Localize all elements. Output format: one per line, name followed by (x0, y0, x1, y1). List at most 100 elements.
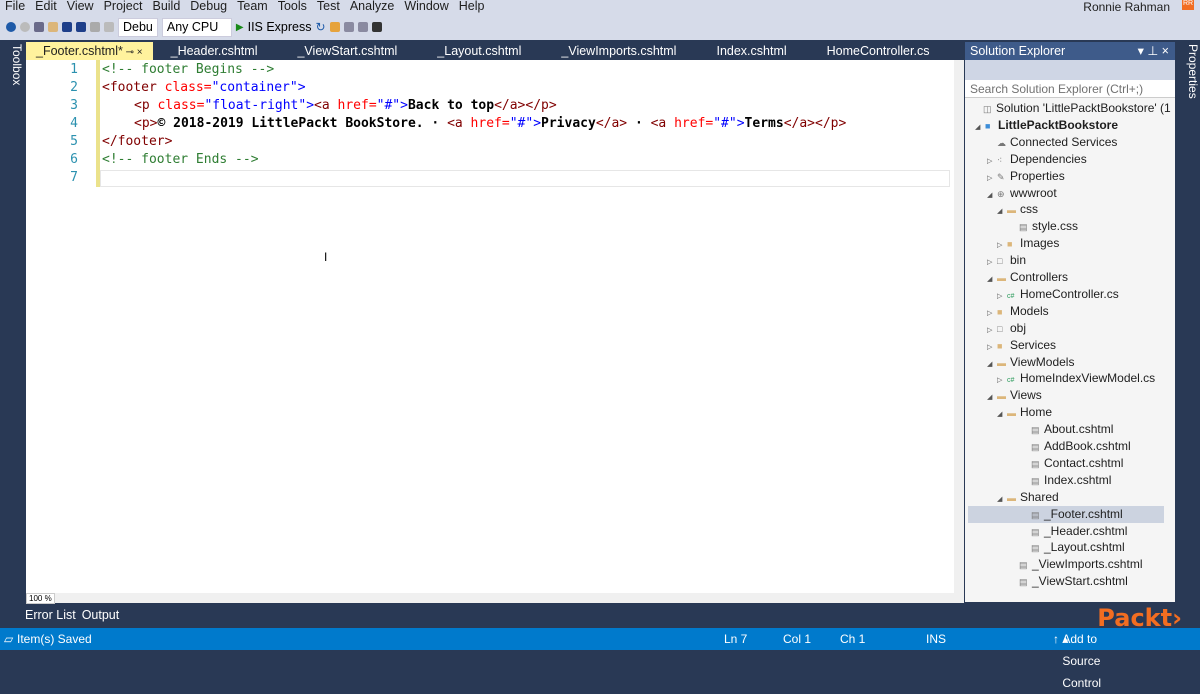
tree-item[interactable]: ▤ About.cshtml (1021, 421, 1113, 438)
tree-item[interactable]: ▤ _Layout.cshtml (1021, 539, 1125, 556)
save-icon[interactable] (62, 22, 72, 32)
menu-item-team[interactable]: Team (232, 0, 273, 15)
expanded-arrow-icon[interactable]: ◢ (987, 389, 997, 406)
tab-viewimportscshtml[interactable]: _ViewImports.cshtml (551, 42, 686, 60)
tree-item[interactable]: ▷ ■ Images (997, 235, 1059, 252)
tree-item[interactable]: ▤ _ViewImports.cshtml (1009, 556, 1142, 573)
back-icon[interactable] (6, 22, 16, 32)
tab-layoutcshtml[interactable]: _Layout.cshtml (427, 42, 531, 60)
tree-item[interactable]: ▷ □ obj (987, 320, 1026, 337)
menu-item-file[interactable]: File (0, 0, 30, 15)
text-cursor-icon: I (324, 250, 328, 264)
tree-item[interactable]: ▷ □ bin (987, 252, 1026, 269)
menu-item-build[interactable]: Build (147, 0, 185, 15)
tree-item[interactable]: ▤ AddBook.cshtml (1021, 438, 1131, 455)
tree-item[interactable]: ☁ Connected Services (987, 134, 1117, 151)
tree-item[interactable]: ▤ _Footer.cshtml (968, 505, 1164, 523)
file-icon: ▤ (1031, 543, 1040, 554)
refresh-icon[interactable]: ↻ (316, 20, 326, 34)
expanded-arrow-icon[interactable]: ◢ (997, 406, 1007, 423)
tab-footercshtml[interactable]: _Footer.cshtml* ⊸ × (26, 42, 153, 60)
expanded-arrow-icon[interactable]: ◢ (997, 203, 1007, 220)
tab-viewstartcshtml[interactable]: _ViewStart.cshtml (287, 42, 407, 60)
menu-item-tools[interactable]: Tools (273, 0, 312, 15)
menu-item-edit[interactable]: Edit (30, 0, 62, 15)
menu-item-test[interactable]: Test (312, 0, 345, 15)
tree-item-label: _Layout.cshtml (1044, 540, 1125, 555)
tree-item[interactable]: ▤ style.css (1009, 218, 1078, 235)
properties-panel-tab[interactable]: Properties (1178, 42, 1200, 602)
tree-item-label: Images (1020, 236, 1060, 251)
panel-title: Solution Explorer (970, 44, 1066, 58)
editor-vertical-scrollbar[interactable] (954, 60, 964, 593)
folder-open-icon: ▬ (997, 391, 1006, 402)
editor-horizontal-scrollbar[interactable]: 100 % (26, 593, 964, 604)
expanded-arrow-icon[interactable]: ◢ (987, 356, 997, 373)
tree-item[interactable]: ▷ c# HomeIndexViewModel.cs (997, 370, 1155, 387)
tree-item[interactable]: ▷ ⁖ Dependencies (987, 151, 1087, 168)
tree-item[interactable]: ◢ ▬ Controllers (987, 269, 1068, 286)
tree-item-label: style.css (1032, 219, 1079, 234)
tree-item[interactable]: ▤ Index.cshtml (1021, 472, 1111, 489)
line-number: 7 (70, 170, 78, 185)
close-icon[interactable]: ⊸ × (123, 47, 143, 58)
new-project-icon[interactable] (34, 22, 44, 32)
token: href= (462, 116, 510, 131)
open-icon[interactable] (48, 22, 58, 32)
tree-item[interactable]: ◢ ▬ css (997, 201, 1038, 218)
forward-icon[interactable] (20, 22, 30, 32)
tab-label: HomeController.cs (826, 44, 930, 58)
user-name[interactable]: Ronnie Rahman (1083, 0, 1170, 14)
expanded-arrow-icon[interactable]: ◢ (975, 119, 985, 136)
source-control-button[interactable]: ↑ Add to Source Control ▴ (1053, 628, 1101, 690)
avatar[interactable]: RR (1182, 0, 1194, 10)
configuration-dropdown[interactable]: Debu (118, 17, 158, 37)
tab-output[interactable]: Output (82, 608, 120, 622)
tree-item[interactable]: ◫ Solution 'LittlePacktBookstore' (1 (973, 100, 1171, 117)
menu-item-project[interactable]: Project (99, 0, 148, 15)
tree-item[interactable]: ◢ ■ LittlePacktBookstore (975, 117, 1118, 134)
tree-item[interactable]: ▷ ✎ Properties (987, 168, 1065, 185)
file-icon: ▤ (1019, 560, 1028, 571)
zoom-level-dropdown[interactable]: 100 % (26, 593, 55, 604)
menu-item-window[interactable]: Window (399, 0, 453, 15)
bookmark-icon[interactable] (371, 22, 382, 32)
indent-icon[interactable] (343, 22, 354, 32)
play-icon[interactable]: ▶ (236, 22, 244, 33)
browser-link-icon[interactable] (329, 22, 340, 32)
tab-error-list[interactable]: Error List (25, 608, 76, 622)
expanded-arrow-icon[interactable]: ◢ (987, 271, 997, 288)
tree-item[interactable]: ◢ ⊕ wwwroot (987, 185, 1057, 202)
tab-homecontrollercs[interactable]: HomeController.cs (817, 42, 940, 60)
menu-item-analyze[interactable]: Analyze (345, 0, 399, 15)
menu-item-view[interactable]: View (62, 0, 99, 15)
tree-item[interactable]: ◢ ▬ ViewModels (987, 354, 1074, 371)
expanded-arrow-icon[interactable]: ◢ (987, 187, 997, 204)
tab-headercshtml[interactable]: _Header.cshtml (161, 42, 268, 60)
run-button[interactable]: IIS Express (248, 20, 312, 34)
tab-indexcshtml[interactable]: Index.cshtml (706, 42, 796, 60)
tree-item[interactable]: ◢ ▬ Shared (997, 489, 1059, 506)
tree-item[interactable]: ▤ _ViewStart.cshtml (1009, 573, 1128, 590)
tree-item[interactable]: ◢ ▬ Views (987, 387, 1042, 404)
tree-item[interactable]: ▤ Contact.cshtml (1021, 455, 1123, 472)
close-icon[interactable]: ▾ ⊥ × (1138, 42, 1175, 60)
folder-empty-icon: □ (997, 256, 1003, 267)
undo-icon[interactable] (90, 22, 100, 32)
tree-item[interactable]: ▷ ■ Models (987, 303, 1049, 320)
platform-dropdown[interactable]: Any CPU (161, 17, 232, 37)
tree-item[interactable]: ▤ _Header.cshtml (1021, 523, 1127, 540)
code-editor[interactable]: 1 2 3 4 5 6 7 <!-- footer Begins --> <footer c… (26, 60, 964, 593)
tree-item[interactable]: ▷ c# HomeController.cs (997, 286, 1119, 303)
current-line-highlight (100, 170, 950, 187)
tree-item[interactable]: ▷ ■ Services (987, 337, 1056, 354)
toolbox-panel-tab[interactable]: Toolbox (0, 42, 24, 602)
tree-item[interactable]: ◢ ▬ Home (997, 404, 1052, 421)
comment-icon[interactable] (357, 22, 368, 32)
search-input[interactable]: Search Solution Explorer (Ctrl+;) (965, 80, 1175, 98)
save-all-icon[interactable] (76, 22, 86, 32)
menu-item-debug[interactable]: Debug (185, 0, 232, 15)
token: · (627, 116, 651, 131)
menu-item-help[interactable]: Help (454, 0, 490, 15)
redo-icon[interactable] (104, 22, 114, 32)
